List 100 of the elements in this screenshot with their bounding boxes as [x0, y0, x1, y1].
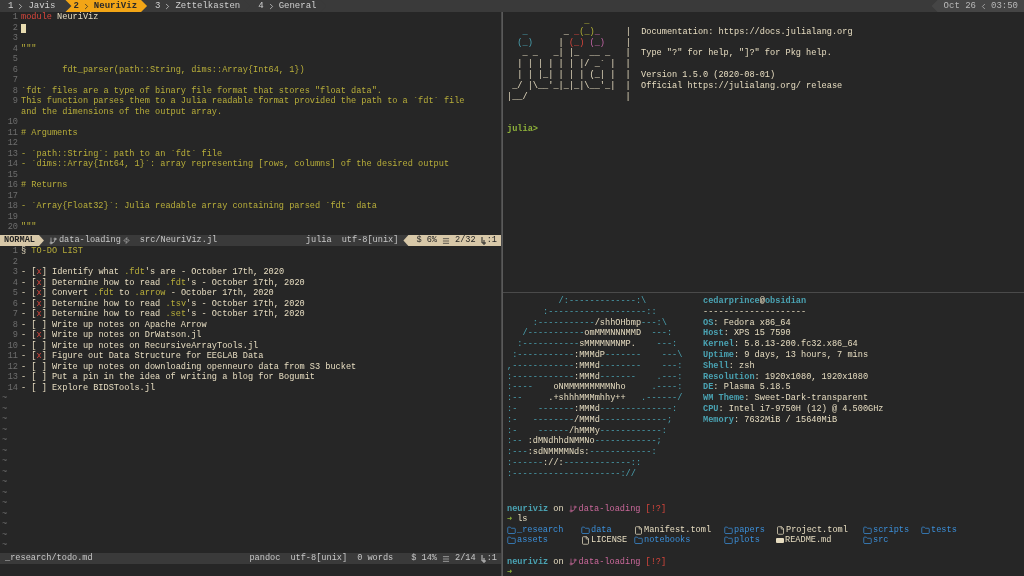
- banner-line: (_) | (_) (_) |: [516, 37, 632, 48]
- ascii-logo-line: :-------------------::: [542, 306, 658, 318]
- line-number: 5: [11, 288, 18, 299]
- code-line: fdt_parser(path::String, dims::Array{Int64, 1}): [61, 64, 305, 75]
- file-icon: [776, 525, 785, 535]
- prompt-directory: neuriviz: [507, 556, 549, 568]
- file-path: src/NeuriViz.jl: [138, 235, 219, 246]
- folder-name: notebooks: [644, 535, 691, 546]
- line-number: 17: [6, 190, 18, 201]
- system-info-line: DE: Plasma 5.18.5: [703, 382, 792, 393]
- ascii-logo-line: :- -------:MMMd--------------:: [507, 403, 679, 415]
- lines-icon: [442, 236, 451, 245]
- file-name: LICENSE: [591, 535, 628, 546]
- todo-line: - [x] Determine how to read .set's - October 17th, 2020: [21, 309, 305, 320]
- column-position: :1: [486, 235, 497, 246]
- workspace-tab[interactable]: 2 NeuriViz: [65, 0, 148, 12]
- file-encoding: utf-8[unix]: [340, 235, 400, 246]
- system-info-line: Memory: 7632MiB / 15640MiB: [703, 414, 839, 426]
- system-info-line: Resolution: 1920x1080, 1920x1080: [703, 371, 870, 382]
- line-number: 9: [11, 96, 18, 107]
- ascii-logo-line: :- --------/MMMd-------------;: [507, 414, 674, 426]
- todo-line: - [ ] Write up notes on downloading openneuro data from S3 bucket: [21, 361, 357, 372]
- system-info-line: Shell: zsh: [703, 360, 756, 372]
- ascii-logo-line: :- ------/hMMMy------------:: [507, 425, 668, 436]
- prompt-text: on: [553, 556, 564, 568]
- banner-line: _: [583, 16, 591, 27]
- line-number: 2: [11, 256, 18, 267]
- banner-line: |__/ |: [507, 91, 632, 103]
- file-icon: [634, 525, 643, 535]
- system-info-line: Uptime: 9 days, 13 hours, 7 mins: [703, 350, 870, 361]
- branch-name: data-loading: [58, 235, 121, 246]
- line-number: 6: [11, 298, 18, 309]
- ascii-logo-line: :-----------sMMMMNMNMP. ---:: [516, 339, 679, 350]
- banner-line: _ _ _(_)_ | Documentation: https://docs.julialang.org: [521, 26, 854, 38]
- line-number: 18: [6, 201, 18, 212]
- line-number: 7: [11, 309, 18, 320]
- folder-name: assets: [517, 535, 548, 546]
- folder-icon: [581, 525, 590, 535]
- system-info-line: Kernel: 5.8.13-200.fc32.x86_64: [703, 339, 859, 350]
- empty-line-marker: ~: [1, 477, 8, 488]
- empty-line-marker: ~: [1, 393, 8, 404]
- line-position: 2/32: [454, 235, 477, 246]
- todo-line: - [ ] Write up notes on Apache Arrow: [21, 319, 207, 330]
- todo-line: § TO-DO LIST: [21, 246, 83, 257]
- folder-name: scripts: [873, 524, 910, 536]
- git-branch-icon: [568, 557, 577, 566]
- line-number: 4: [11, 43, 18, 54]
- prompt-directory: neuriviz: [507, 503, 549, 514]
- line-number: 3: [11, 267, 18, 278]
- empty-line-marker: ~: [1, 487, 8, 498]
- line-number: 1: [11, 12, 18, 23]
- date-text: Oct 26: [943, 0, 976, 12]
- line-number: 1: [11, 246, 18, 257]
- todo-line: - [ ] Put a pin in the idea of writing a blog for Bogumit: [21, 372, 315, 383]
- julia-prompt: julia>: [507, 124, 539, 136]
- line-number: 3: [11, 33, 18, 44]
- branch-name: data-loading: [578, 556, 641, 568]
- empty-line-marker: ~: [1, 403, 8, 414]
- code-line: `fdt` files are a type of binary file format that stores "float data".: [21, 85, 382, 96]
- git-status: [!?]: [645, 556, 667, 568]
- line-number: 13: [6, 372, 18, 383]
- line-number: 5: [11, 54, 18, 65]
- ascii-logo-line: /-----------omMMMNNNMMD ---:: [521, 328, 674, 340]
- column-position: :1: [486, 553, 497, 564]
- command-text: ls: [517, 514, 528, 525]
- prompt-arrow: ➜: [507, 567, 513, 576]
- banner-line: | | |_| | | | (_| | | Version 1.5.0 (2020-08-01): [516, 70, 777, 81]
- todo-line: - [x] Identify what .fdt's are - October 17th, 2020: [21, 267, 285, 278]
- system-info-line: CPU: Intel i7-9750H (12) @ 4.500GHz: [703, 403, 885, 415]
- folder-icon: [634, 536, 643, 546]
- separator-text: --------------------: [703, 306, 808, 318]
- line-number: 12: [6, 138, 18, 149]
- code-line: and the dimensions of the output array.: [21, 106, 223, 117]
- ascii-logo-line: :-----------/shhOHbmp---:\: [531, 317, 668, 328]
- ascii-logo-line: /:-------------:\: [557, 296, 648, 307]
- git-status: [!?]: [645, 503, 667, 515]
- file-encoding: utf-8[unix]: [289, 553, 349, 564]
- line-number: 15: [6, 169, 18, 180]
- ascii-logo-line: :---:sdNMMMMNds:------------:: [507, 447, 658, 458]
- line-number: 12: [6, 361, 18, 372]
- word-count: 0 words: [356, 553, 395, 564]
- line-number: 19: [6, 211, 18, 222]
- code-line: # Returns: [21, 180, 68, 191]
- empty-line-marker: ~: [1, 456, 8, 467]
- ascii-logo-line: :-- :dMNdhhdNMMNo------------;: [507, 436, 663, 447]
- folder-name: plots: [734, 535, 760, 546]
- git-branch-icon: [48, 236, 57, 245]
- todo-line: - [x] Figure out Data Structure for EEGLAB Data: [21, 351, 264, 362]
- file-type: pandoc: [248, 553, 282, 564]
- empty-line-marker: ~: [1, 508, 8, 519]
- code-line: # Arguments: [21, 127, 78, 138]
- system-info-line: WM Theme: Sweet-Dark-transparent: [703, 393, 870, 404]
- ascii-logo-line: :------------:MMMd------- .---:: [507, 371, 684, 382]
- line-number: 13: [6, 148, 18, 159]
- line-number: 10: [6, 340, 18, 351]
- empty-line-marker: ~: [1, 445, 8, 456]
- empty-line-marker: ~: [1, 519, 8, 530]
- empty-line-marker: ~: [1, 414, 8, 425]
- line-number: 2: [11, 22, 18, 33]
- prompt-arrow: ➜: [507, 514, 513, 525]
